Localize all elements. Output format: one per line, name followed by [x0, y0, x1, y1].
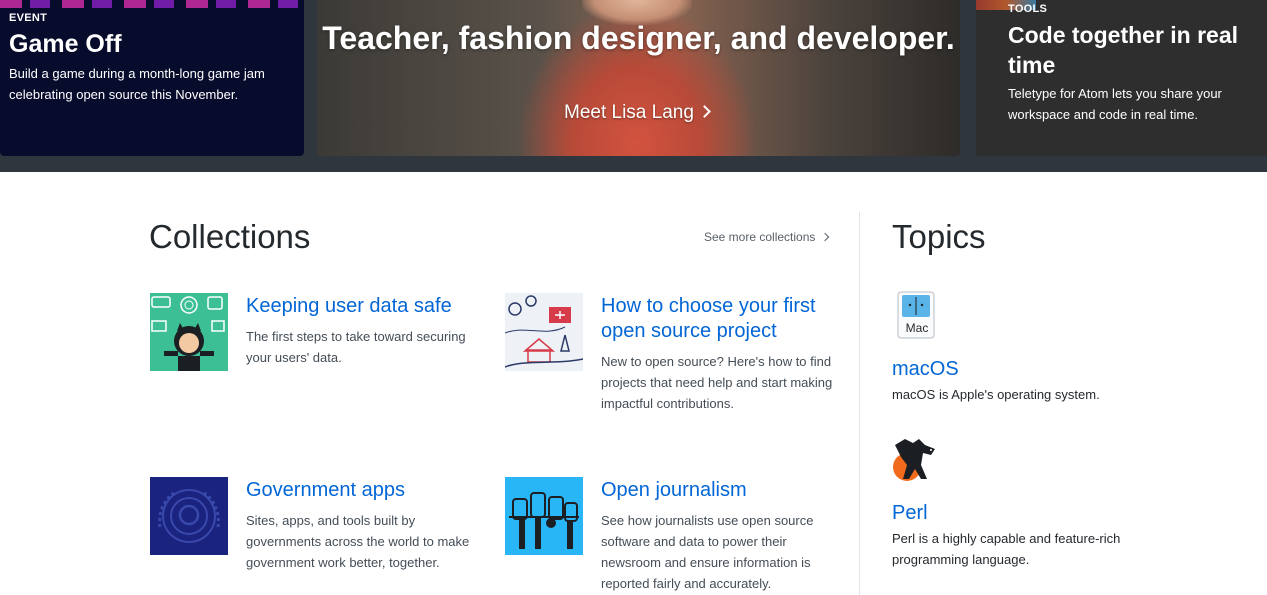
collection-title[interactable]: Open journalism — [601, 478, 841, 503]
pixel-art-decoration — [0, 0, 304, 8]
collection-title[interactable]: Keeping user data safe — [246, 294, 476, 319]
see-more-collections-link[interactable]: See more collections — [704, 230, 830, 244]
featured-card-lisa-lang[interactable]: Teacher, fashion designer, and developer… — [317, 0, 960, 156]
mac-icon-label: Mac — [906, 321, 929, 335]
topic-description: macOS is Apple's operating system. — [892, 387, 1100, 402]
featured-card-game-off[interactable]: EVENT Game Off Build a game during a mon… — [0, 0, 304, 156]
open-journalism-thumbnail[interactable] — [505, 477, 583, 555]
collection-title[interactable]: How to choose your first open source pro… — [601, 294, 841, 344]
topic-name[interactable]: macOS — [892, 358, 959, 381]
mac-icon[interactable]: Mac — [893, 291, 941, 339]
card-description: Build a game during a month-long game ja… — [9, 66, 265, 102]
collection-description: New to open source? Here's how to find p… — [601, 354, 833, 411]
user-data-thumbnail[interactable] — [150, 293, 228, 371]
card-title: Teacher, fashion designer, and developer… — [322, 20, 955, 56]
card-eyebrow: EVENT — [9, 12, 48, 24]
topic-description: Perl is a highly capable and feature-ric… — [892, 531, 1121, 567]
first-project-thumbnail[interactable] — [505, 293, 583, 371]
collection-description: Sites, apps, and tools built by governme… — [246, 513, 470, 570]
meet-lisa-link[interactable]: Meet Lisa Lang — [564, 102, 711, 124]
topics-heading: Topics — [892, 218, 986, 255]
card-eyebrow: TOOLS — [1008, 3, 1048, 15]
chevron-right-icon — [821, 232, 830, 242]
topic-name[interactable]: Perl — [892, 502, 928, 525]
link-label: Meet Lisa Lang — [564, 102, 694, 123]
collection-title[interactable]: Government apps — [246, 478, 476, 503]
chevron-right-icon — [698, 105, 711, 118]
collection-description: The first steps to take toward securing … — [246, 329, 466, 365]
collections-heading: Collections — [149, 218, 311, 255]
section-divider — [859, 212, 860, 595]
collection-description: See how journalists use open source soft… — [601, 513, 814, 591]
card-title[interactable]: Code together in real time — [1008, 20, 1258, 80]
card-description: Teletype for Atom lets you share your wo… — [1008, 86, 1222, 122]
government-apps-thumbnail[interactable] — [150, 477, 228, 555]
hero-banner: EVENT Game Off Build a game during a mon… — [0, 0, 1267, 172]
perl-camel-icon[interactable] — [891, 435, 939, 483]
card-title[interactable]: Game Off — [9, 30, 122, 59]
featured-card-teletype[interactable]: TOOLS Code together in real time Teletyp… — [976, 0, 1267, 156]
link-label: See more collections — [704, 230, 816, 244]
